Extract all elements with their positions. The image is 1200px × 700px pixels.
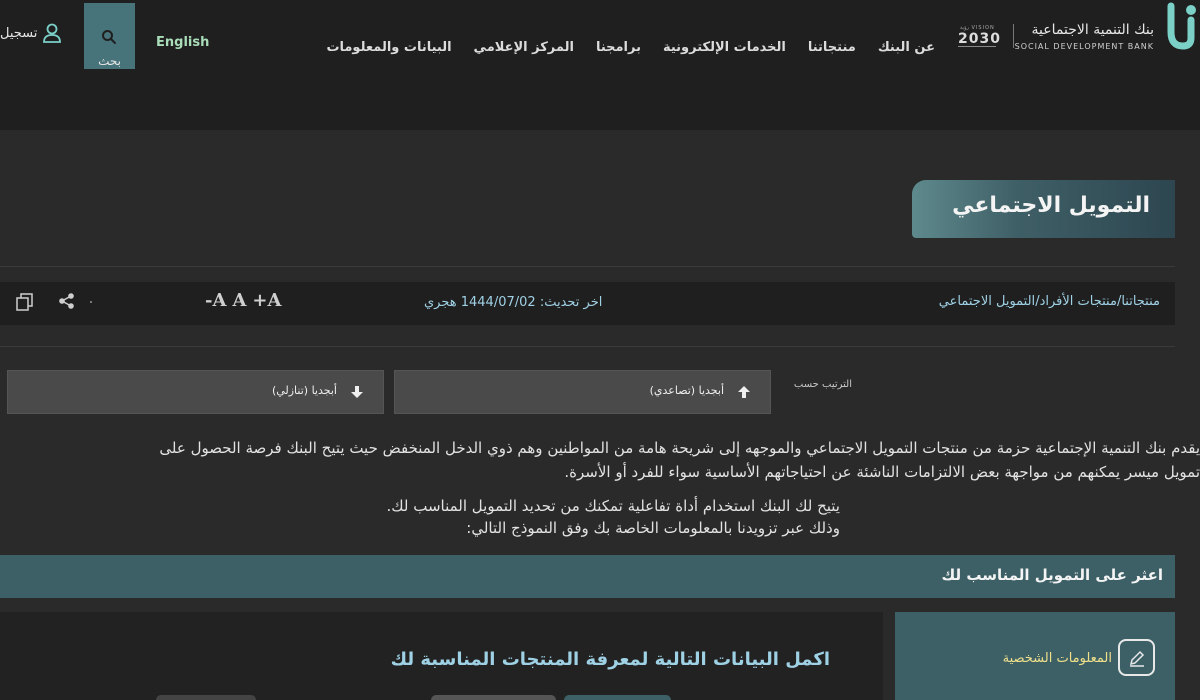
- intro-paragraph: يقدم بنك التنمية الإجتماعية حزمة من منتج…: [0, 436, 1200, 484]
- sort-label: الترتيب حسب: [793, 379, 852, 390]
- font-reset-button[interactable]: A: [232, 290, 246, 311]
- intro-tool-paragraph: يتيح لك البنك استخدام أداة تفاعلية تمكنك…: [300, 495, 840, 539]
- nav-eservices[interactable]: الخدمات الإلكترونية: [663, 40, 786, 55]
- page-title: التمويل الاجتماعي: [952, 193, 1150, 218]
- copy-icon[interactable]: [15, 292, 35, 312]
- nav-about[interactable]: عن البنك: [878, 40, 935, 55]
- page-title-banner: التمويل الاجتماعي: [912, 180, 1175, 238]
- intro-line: وذلك عبر تزويدنا بالمعلومات الخاصة بك وف…: [466, 519, 840, 537]
- step-personal-info[interactable]: المعلومات الشخصية: [895, 612, 1175, 700]
- form-option-button[interactable]: [431, 695, 556, 700]
- intro-line: تمويل ميسر يمكنهم من مواجهة بعض الالتزام…: [564, 463, 1200, 481]
- nav-data[interactable]: البيانات والمعلومات: [326, 40, 451, 55]
- sort-descending-label: أبجديا (تنازلي): [271, 384, 337, 397]
- vision-year: 2030: [958, 31, 1001, 47]
- arrow-down-icon: [351, 386, 363, 398]
- logo-text-arabic: بنك التنمية الاجتماعية: [1031, 22, 1154, 38]
- search-button[interactable]: بحث: [84, 3, 135, 69]
- page-toolbar: منتجاتنا/منتجات الأفراد/التمويل الاجتماع…: [0, 282, 1175, 325]
- nav-programs[interactable]: برامجنا: [596, 40, 641, 55]
- intro-line: يقدم بنك التنمية الإجتماعية حزمة من منتج…: [159, 439, 1200, 457]
- separator-dot: [90, 301, 92, 303]
- site-header: بنك التنمية الاجتماعية SOCIAL DEVELOPMEN…: [0, 0, 1200, 130]
- breadcrumb: منتجاتنا/منتجات الأفراد/التمويل الاجتماع…: [939, 294, 1160, 309]
- sort-ascending-label: أبجديا (تصاعدي): [649, 384, 724, 397]
- share-icon[interactable]: [58, 292, 76, 310]
- login-button[interactable]: تسجيل: [0, 22, 63, 44]
- last-updated: اخر تحديث: 1444/07/02 هجري: [424, 295, 602, 310]
- logo-text-english: SOCIAL DEVELOPMENT BANK: [1014, 42, 1154, 51]
- vision-underline: [958, 46, 996, 47]
- divider: [0, 346, 1175, 347]
- intro-line: يتيح لك البنك استخدام أداة تفاعلية تمكنك…: [386, 497, 840, 515]
- search-icon: [102, 30, 116, 44]
- divider: [0, 266, 1175, 267]
- edit-icon-frame: [1118, 639, 1155, 676]
- search-label: بحث: [98, 54, 121, 68]
- finder-title: اعثر على التمويل المناسب لك: [941, 566, 1163, 584]
- form-option-button[interactable]: [564, 695, 671, 700]
- vision-2030-logo: VISION رؤية 2030: [958, 25, 1001, 50]
- nav-media-center[interactable]: المركز الإعلامي: [474, 40, 574, 55]
- user-icon: [43, 23, 62, 43]
- breadcrumb-item-individual[interactable]: منتجات الأفراد: [1040, 294, 1117, 309]
- arrow-up-icon: [738, 386, 750, 398]
- last-updated-value: 1444/07/02 هجري: [424, 295, 536, 310]
- form-title: اكمل البيانات التالية لمعرفة المنتجات ال…: [390, 649, 830, 670]
- main-nav: عن البنك منتجاتنا الخدمات الإلكترونية بر…: [326, 40, 935, 55]
- logo-mark-icon: [1167, 2, 1196, 50]
- sort-ascending-button[interactable]: أبجديا (تصاعدي): [394, 370, 771, 414]
- language-switch[interactable]: English: [156, 35, 209, 50]
- font-decrease-button[interactable]: -A: [205, 290, 226, 311]
- breadcrumb-item-products[interactable]: منتجاتنا: [1121, 294, 1160, 309]
- step-label: المعلومات الشخصية: [1002, 651, 1112, 666]
- login-label: تسجيل: [0, 25, 38, 41]
- finder-header: اعثر على التمويل المناسب لك: [0, 555, 1175, 598]
- font-increase-button[interactable]: +A: [252, 290, 281, 311]
- font-size-controls: -A A +A: [205, 290, 281, 311]
- nav-products[interactable]: منتجاتنا: [808, 40, 856, 55]
- last-updated-label: اخر تحديث:: [539, 295, 603, 310]
- breadcrumb-item-current: التمويل الاجتماعي: [938, 294, 1036, 309]
- sort-descending-button[interactable]: أبجديا (تنازلي): [7, 370, 384, 414]
- logo-divider: [1013, 24, 1014, 48]
- form-input-field[interactable]: [156, 695, 256, 700]
- pencil-icon: [1129, 650, 1145, 667]
